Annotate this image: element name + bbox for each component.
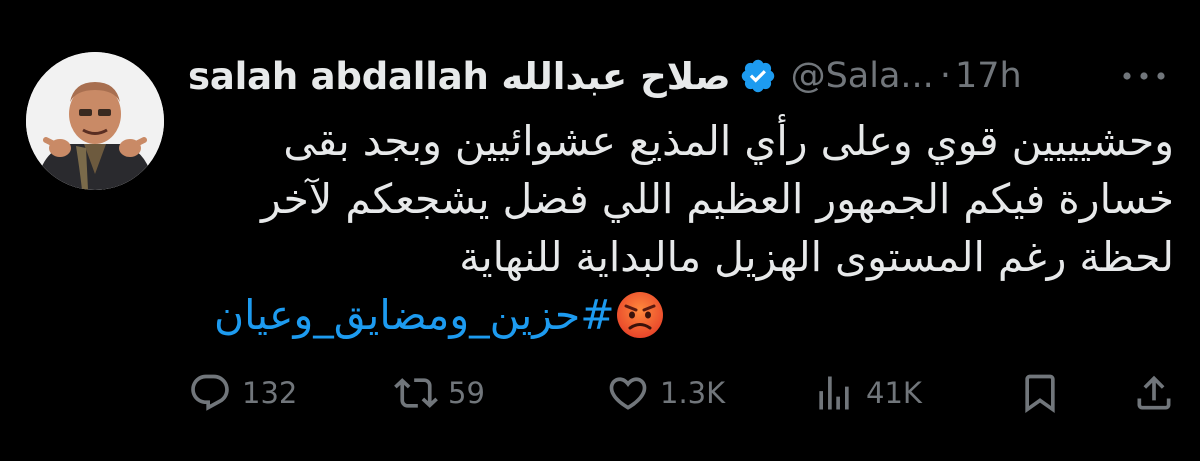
views-button[interactable]: 41K (812, 368, 922, 418)
heart-icon (609, 377, 647, 410)
views-bar-chart-icon (819, 376, 849, 410)
tweet-timestamp[interactable]: 17h (955, 56, 1022, 96)
verified-badge-icon[interactable] (739, 57, 777, 95)
bookmark-button[interactable] (1018, 368, 1062, 418)
hashtag-link[interactable]: #حزين_ومضايق_وعيان (214, 286, 615, 344)
bookmark-icon (1025, 374, 1055, 414)
profile-photo-icon (26, 52, 164, 190)
share-button[interactable] (1132, 368, 1176, 418)
angry-face-icon (615, 290, 665, 340)
hashtag-line: #حزين_ومضايق_وعيان (214, 286, 1174, 344)
retweet-count: 59 (448, 376, 485, 410)
retweet-button[interactable]: 59 (394, 368, 485, 418)
tweet-actions: 132 59 1.3K 41K (188, 368, 1178, 418)
reply-button[interactable]: 132 (188, 368, 297, 418)
tweet-body: وحشيييين قوي وعلى رأي المذيع عشوائيين وب… (214, 112, 1174, 344)
header-separator: · (939, 56, 951, 96)
author-avatar[interactable] (26, 52, 164, 190)
share-icon (1137, 375, 1171, 410)
view-count: 41K (866, 376, 922, 410)
reply-count: 132 (242, 376, 298, 410)
more-options-icon[interactable] (1117, 64, 1171, 88)
retweet-icon (394, 378, 438, 408)
tweet-text-line: لحظة رغم المستوى الهزيل مالبداية للنهاية (459, 233, 1174, 281)
like-button[interactable]: 1.3K (606, 368, 725, 418)
tweet-text-line: وحشيييين قوي وعلى رأي المذيع عشوائيين وب… (283, 117, 1174, 165)
author-handle[interactable]: @Sala... (791, 56, 934, 96)
like-count: 1.3K (660, 376, 726, 410)
tweet-text-line: خسارة فيكم الجمهور العظيم اللي فضل يشجعك… (260, 175, 1174, 223)
reply-icon (191, 374, 229, 411)
tweet-header: salah abdallah صلاح عبدالله @Sala... · 1… (188, 48, 1022, 104)
author-display-name[interactable]: salah abdallah صلاح عبدالله (188, 55, 731, 98)
